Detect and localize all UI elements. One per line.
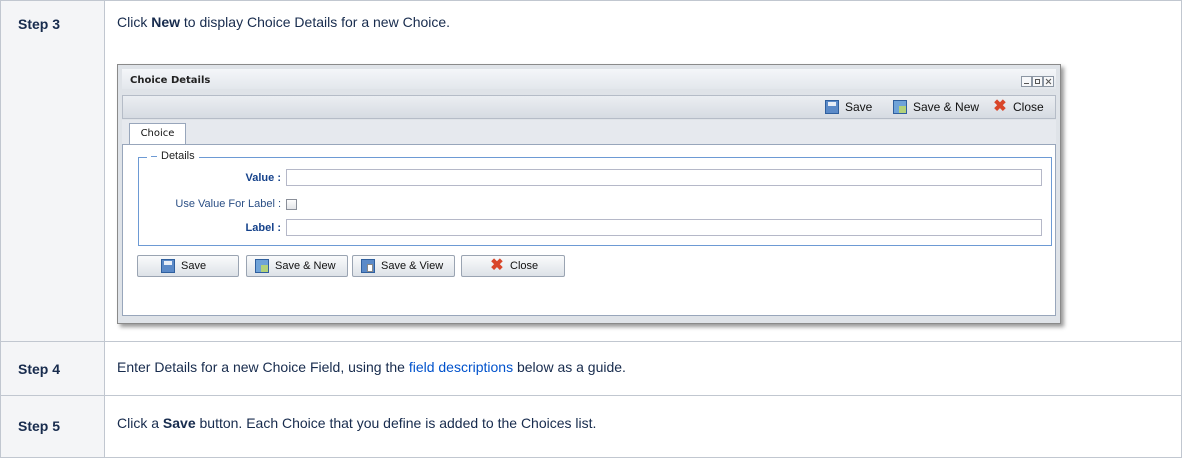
toolbar-close-label: Close (1013, 100, 1044, 114)
close-button[interactable]: ✖ Close (461, 255, 565, 277)
minimize-icon[interactable] (1021, 76, 1032, 87)
save-icon (825, 100, 839, 114)
details-legend[interactable]: Details (147, 150, 199, 162)
save-new-button-label: Save & New (275, 260, 336, 272)
save-button-label: Save (181, 260, 207, 272)
toolbar-save-label: Save (845, 100, 873, 114)
step-text-pre: Click (117, 14, 152, 30)
step-text-pre: Click a (117, 415, 163, 431)
step-text-bold: New (151, 14, 181, 30)
step-text: Click a Save button. Each Choice that yo… (104, 395, 1182, 458)
choice-details-window: Choice Details Save Save & New ✖ Close C… (117, 64, 1061, 324)
details-fieldset: Details Value : Use Value For Label : La… (138, 150, 1052, 246)
window-title-bar: Choice Details (122, 69, 1056, 89)
value-input[interactable] (286, 169, 1042, 186)
value-label: Value : (245, 172, 281, 184)
toolbar-save-button[interactable]: Save (825, 98, 872, 116)
label-label: Label : (245, 222, 281, 234)
save-new-icon (255, 259, 269, 273)
tab-strip: Choice (122, 120, 1056, 145)
close-button-label: Close (510, 260, 539, 272)
close-icon: ✖ (993, 98, 1007, 115)
use-value-for-label-checkbox[interactable] (286, 199, 297, 210)
step-row: Step 4 Enter Details for a new Choice Fi… (0, 341, 1182, 396)
toolbar-save-new-button[interactable]: Save & New (893, 98, 979, 116)
step-row: Step 5 Click a Save button. Each Choice … (0, 395, 1182, 458)
field-descriptions-link[interactable]: field descriptions (409, 359, 513, 375)
save-button[interactable]: Save (137, 255, 239, 277)
toolbar-save-new-label: Save & New (913, 100, 980, 114)
save-view-button-label: Save & View (381, 260, 444, 272)
window-title: Choice Details (130, 75, 211, 86)
maximize-icon[interactable] (1032, 76, 1043, 87)
save-new-button[interactable]: Save & New (246, 255, 348, 277)
step-text-bold: Save (162, 415, 196, 431)
step-label: Step 5 (0, 395, 105, 458)
collapse-toggle-icon (151, 155, 157, 157)
label-input[interactable] (286, 219, 1042, 236)
save-new-icon (893, 100, 907, 114)
step-text-post: below as a guide. (513, 359, 626, 375)
tab-choice[interactable]: Choice (129, 123, 186, 144)
step-label: Step 3 (0, 0, 105, 342)
window-toolbar: Save Save & New ✖ Close (122, 95, 1056, 119)
save-view-icon (361, 259, 375, 273)
step-text-post: button. Each Choice that you define is a… (195, 415, 597, 431)
step-text: Enter Details for a new Choice Field, us… (104, 341, 1182, 396)
details-legend-label: Details (161, 150, 195, 162)
use-value-for-label-label: Use Value For Label : (175, 198, 281, 210)
save-view-button[interactable]: Save & View (352, 255, 455, 277)
step-label: Step 4 (0, 341, 105, 396)
step-text-post: to display Choice Details for a new Choi… (180, 14, 451, 30)
tab-panel: Details Value : Use Value For Label : La… (122, 145, 1056, 316)
close-window-icon[interactable] (1043, 76, 1054, 87)
toolbar-close-button[interactable]: ✖ Close (993, 98, 1044, 116)
save-icon (161, 259, 175, 273)
step-text-pre: Enter Details for a new Choice Field, us… (117, 359, 409, 375)
close-icon: ✖ (490, 257, 504, 274)
